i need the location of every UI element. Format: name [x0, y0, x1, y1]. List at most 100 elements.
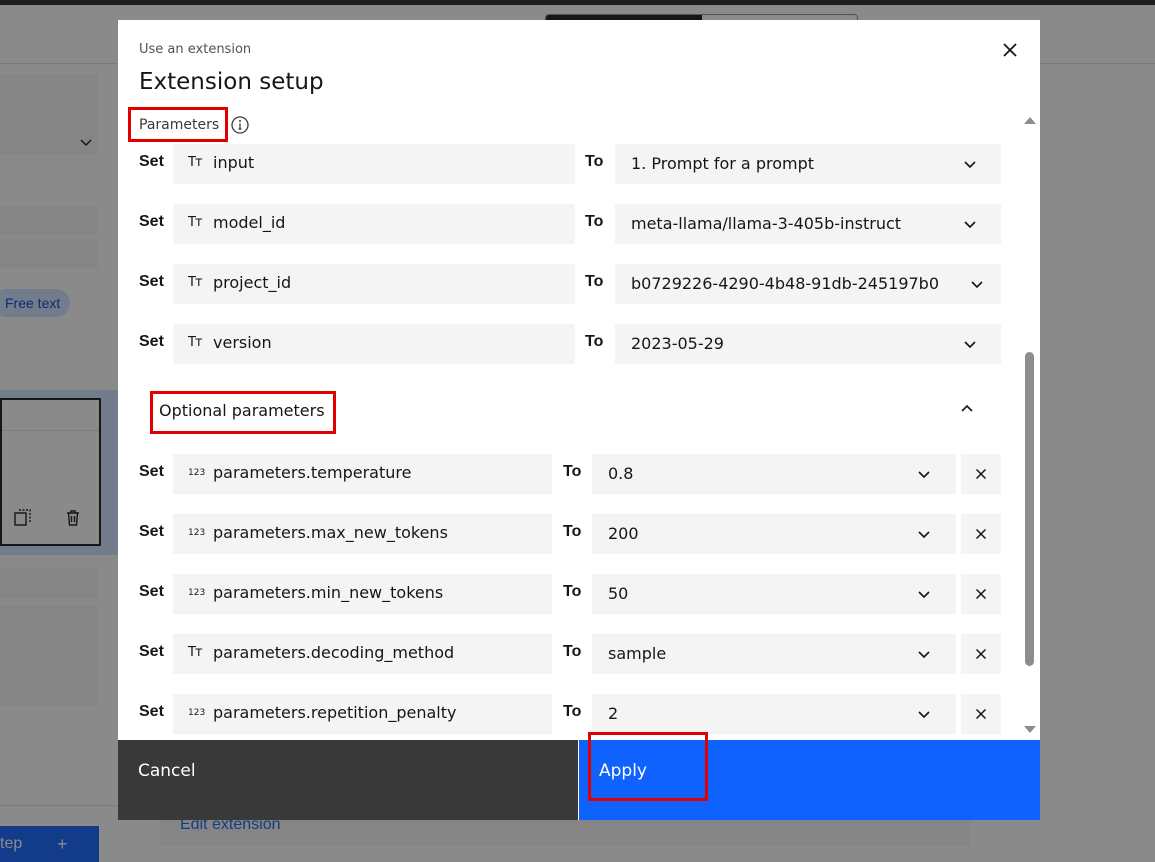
parameter-name-field: 123 parameters.min_new_tokens [173, 574, 552, 614]
parameter-row: Set Tт input To 1. Prompt for a prompt [118, 144, 1018, 184]
parameter-name-field: Tт version [173, 324, 575, 364]
to-label: To [585, 153, 604, 170]
text-type-icon: Tт [188, 215, 202, 230]
close-icon [1003, 43, 1017, 57]
parameter-value-dropdown[interactable]: 1. Prompt for a prompt [615, 144, 1001, 184]
parameter-value: 0.8 [608, 464, 634, 483]
set-label: Set [139, 643, 164, 660]
to-label: To [585, 273, 604, 290]
parameter-value: meta-llama/llama-3-405b-instruct [631, 214, 902, 233]
cancel-button-label: Cancel [138, 761, 196, 781]
parameter-name-field: Tт parameters.decoding_method [173, 634, 552, 674]
close-icon [975, 708, 987, 720]
parameter-name-field: 123 parameters.max_new_tokens [173, 514, 552, 554]
remove-parameter-button[interactable] [961, 574, 1001, 614]
parameter-name: model_id [213, 213, 286, 232]
optional-parameter-row: Set 123 parameters.max_new_tokens To 200 [118, 514, 1018, 554]
remove-parameter-button[interactable] [961, 694, 1001, 734]
parameter-value-dropdown[interactable]: 50 [592, 574, 956, 614]
text-type-icon: Tт [188, 275, 202, 290]
optional-parameters-heading: Optional parameters [159, 401, 325, 420]
number-type-icon: 123 [188, 708, 206, 718]
parameter-name: parameters.max_new_tokens [213, 523, 448, 542]
parameter-value-dropdown[interactable]: 200 [592, 514, 956, 554]
parameter-value-dropdown[interactable]: meta-llama/llama-3-405b-instruct [615, 204, 1001, 244]
parameter-name: parameters.min_new_tokens [213, 583, 444, 602]
set-label: Set [139, 523, 164, 540]
optional-parameter-row: Set 123 parameters.min_new_tokens To 50 [118, 574, 1018, 614]
parameter-value: 1. Prompt for a prompt [631, 154, 814, 173]
to-label: To [585, 213, 604, 230]
parameter-row: Set Tт model_id To meta-llama/llama-3-40… [118, 204, 1018, 244]
chevron-down-icon [962, 156, 978, 172]
number-type-icon: 123 [188, 468, 206, 478]
chevron-down-icon [956, 276, 986, 292]
parameter-name: version [213, 333, 272, 352]
set-label: Set [139, 213, 164, 230]
chevron-down-icon [916, 586, 932, 602]
remove-parameter-button[interactable] [961, 514, 1001, 554]
parameter-value: 50 [608, 584, 629, 603]
information-icon[interactable] [230, 115, 250, 135]
chevron-up-icon[interactable] [958, 400, 976, 418]
number-type-icon: 123 [188, 528, 206, 538]
modal-title: Extension setup [139, 69, 324, 95]
set-label: Set [139, 463, 164, 480]
optional-parameters-heading-highlight[interactable]: Optional parameters [150, 391, 336, 434]
to-label: To [563, 583, 582, 600]
parameter-name: project_id [213, 273, 292, 292]
parameter-value: 200 [608, 524, 639, 543]
chevron-down-icon [916, 646, 932, 662]
parameter-value-dropdown[interactable]: 0.8 [592, 454, 956, 494]
parameters-heading-highlight: Parameters [128, 107, 228, 142]
set-label: Set [139, 333, 164, 350]
cancel-button[interactable]: Cancel [118, 740, 578, 820]
optional-parameter-row: Set 123 parameters.temperature To 0.8 [118, 454, 1018, 494]
parameter-name-field: Tт model_id [173, 204, 575, 244]
parameter-value-dropdown[interactable]: sample [592, 634, 956, 674]
parameter-value: b0729226-4290-4b48-91db-245197b0 [631, 274, 940, 293]
chevron-down-icon [962, 216, 978, 232]
number-type-icon: 123 [188, 588, 206, 598]
close-icon [975, 528, 987, 540]
to-label: To [563, 523, 582, 540]
set-label: Set [139, 583, 164, 600]
parameter-name-field: Tт input [173, 144, 575, 184]
parameter-name-field: 123 parameters.repetition_penalty [173, 694, 552, 734]
parameter-row: Set Tт project_id To b0729226-4290-4b48-… [118, 264, 1018, 304]
scroll-up-arrow[interactable] [1024, 117, 1036, 124]
parameter-row: Set Tт version To 2023-05-29 [118, 324, 1018, 364]
chevron-down-icon [962, 336, 978, 352]
set-label: Set [139, 273, 164, 290]
close-icon [975, 588, 987, 600]
text-type-icon: Tт [188, 335, 202, 350]
parameter-name-field: Tт project_id [173, 264, 575, 304]
parameter-value-dropdown[interactable]: 2023-05-29 [615, 324, 1001, 364]
close-button[interactable] [998, 38, 1022, 62]
parameter-name: parameters.repetition_penalty [213, 703, 457, 722]
chevron-down-icon [916, 526, 932, 542]
to-label: To [563, 463, 582, 480]
set-label: Set [139, 703, 164, 720]
optional-parameter-row: Set Tт parameters.decoding_method To sam… [118, 634, 1018, 674]
parameter-value-dropdown[interactable]: 2 [592, 694, 956, 734]
text-type-icon: Tт [188, 645, 202, 660]
parameter-value: 2023-05-29 [631, 334, 724, 353]
to-label: To [585, 333, 604, 350]
apply-button-highlight [588, 732, 708, 801]
remove-parameter-button[interactable] [961, 634, 1001, 674]
parameter-name: parameters.decoding_method [213, 643, 455, 662]
parameter-name: parameters.temperature [213, 463, 412, 482]
close-icon [975, 648, 987, 660]
parameter-name: input [213, 153, 255, 172]
parameter-name-field: 123 parameters.temperature [173, 454, 552, 494]
parameter-value: sample [608, 644, 667, 663]
text-type-icon: Tт [188, 155, 202, 170]
parameter-value-dropdown[interactable]: b0729226-4290-4b48-91db-245197b0 [615, 264, 1001, 304]
scrollbar-thumb[interactable] [1025, 352, 1034, 666]
scroll-down-arrow[interactable] [1024, 726, 1036, 733]
remove-parameter-button[interactable] [961, 454, 1001, 494]
optional-parameter-row: Set 123 parameters.repetition_penalty To… [118, 694, 1018, 734]
close-icon [975, 468, 987, 480]
to-label: To [563, 703, 582, 720]
